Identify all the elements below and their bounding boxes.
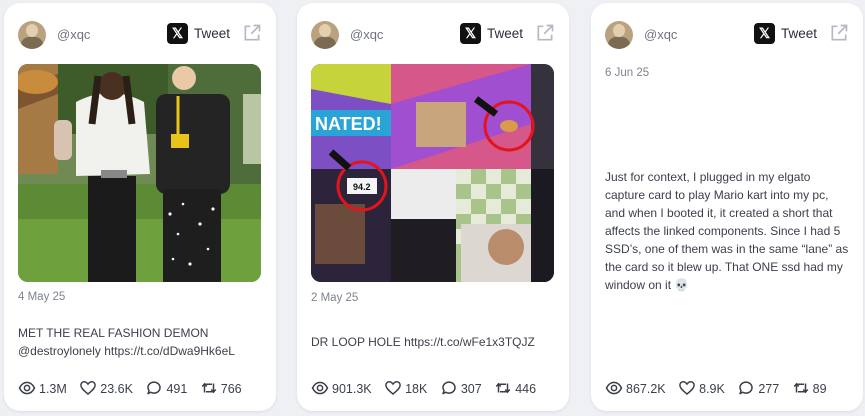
eye-icon: [311, 379, 329, 397]
tweet-stats: 901.3K 18K 307 446: [311, 379, 545, 397]
views-stat: 1.3M: [18, 379, 67, 397]
collage-image: NATED! 94.2: [311, 64, 554, 282]
tweet-image[interactable]: NATED! 94.2: [311, 64, 554, 282]
user-handle[interactable]: @xqc: [644, 27, 677, 42]
tweet-header: @xqc 𝕏 Tweet: [311, 21, 555, 49]
likes-stat[interactable]: 23.6K: [79, 379, 133, 397]
comment-icon: [440, 379, 458, 397]
views-stat: 901.3K: [311, 379, 372, 397]
likes-count: 23.6K: [100, 382, 133, 396]
heart-icon: [678, 379, 696, 397]
eye-icon: [605, 379, 623, 397]
tweet-link[interactable]: Tweet: [194, 26, 230, 41]
tweet-link[interactable]: Tweet: [487, 26, 523, 41]
tweet-card[interactable]: @xqc 𝕏 Tweet NATED! 94.2 2 May 25 DR LOO…: [297, 3, 569, 411]
likes-stat[interactable]: 18K: [384, 379, 427, 397]
retweets-count: 89: [812, 382, 827, 396]
banner-text: NATED!: [315, 114, 382, 134]
score-text: 94.2: [353, 182, 371, 192]
heart-icon: [384, 379, 402, 397]
retweet-icon: [792, 379, 810, 397]
views-count: 867.2K: [626, 382, 666, 396]
tweet-header: @xqc 𝕏 Tweet: [18, 21, 262, 49]
replies-count: 307: [460, 382, 482, 396]
views-count: 901.3K: [332, 382, 372, 396]
tweet-stats: 1.3M 23.6K 491 766: [18, 379, 251, 397]
retweets-stat[interactable]: 89: [792, 379, 827, 397]
retweets-stat[interactable]: 446: [494, 379, 536, 397]
avatar[interactable]: [605, 21, 633, 49]
external-link-icon[interactable]: [829, 23, 849, 43]
x-logo-icon[interactable]: 𝕏: [460, 23, 481, 44]
comment-icon: [737, 379, 755, 397]
tweet-date: 2 May 25: [311, 292, 359, 304]
retweets-count: 766: [220, 382, 242, 396]
likes-count: 18K: [405, 382, 428, 396]
tweet-link[interactable]: Tweet: [781, 26, 817, 41]
tweet-card[interactable]: @xqc 𝕏 Tweet 4 May 25 MET THE REAL FASHI…: [4, 3, 276, 411]
external-link-icon[interactable]: [242, 23, 262, 43]
tweet-card[interactable]: @xqc 𝕏 Tweet 6 Jun 25 Just for context, …: [591, 3, 863, 411]
retweet-icon: [200, 379, 218, 397]
x-logo-icon[interactable]: 𝕏: [167, 23, 188, 44]
avatar[interactable]: [18, 21, 46, 49]
eye-icon: [18, 379, 36, 397]
retweets-count: 446: [515, 382, 537, 396]
views-stat: 867.2K: [605, 379, 666, 397]
replies-count: 277: [758, 382, 780, 396]
likes-count: 8.9K: [699, 382, 725, 396]
replies-stat[interactable]: 277: [737, 379, 779, 397]
replies-stat[interactable]: 491: [145, 379, 187, 397]
replies-stat[interactable]: 307: [440, 379, 482, 397]
user-handle[interactable]: @xqc: [350, 27, 383, 42]
user-handle[interactable]: @xqc: [57, 27, 90, 42]
retweets-stat[interactable]: 766: [200, 379, 242, 397]
photo-two-people: [18, 64, 261, 282]
tweet-date: 6 Jun 25: [605, 67, 650, 79]
tweet-header: @xqc 𝕏 Tweet: [605, 21, 849, 49]
tweet-text: Just for context, I plugged in my elgato…: [605, 170, 849, 292]
tweet-date: 4 May 25: [18, 291, 66, 303]
avatar[interactable]: [311, 21, 339, 49]
tweet-stats: 867.2K 8.9K 277 89: [605, 379, 836, 397]
external-link-icon[interactable]: [535, 23, 555, 43]
tweet-image[interactable]: [18, 64, 261, 282]
heart-icon: [79, 379, 97, 397]
tweet-text: MET THE REAL FASHION DEMON @destroylonel…: [18, 326, 235, 358]
comment-icon: [145, 379, 163, 397]
x-logo-icon[interactable]: 𝕏: [754, 23, 775, 44]
views-count: 1.3M: [39, 382, 67, 396]
tweet-text: DR LOOP HOLE https://t.co/wFe1x3TQJZ: [311, 335, 535, 349]
replies-count: 491: [166, 382, 188, 396]
likes-stat[interactable]: 8.9K: [678, 379, 725, 397]
retweet-icon: [494, 379, 512, 397]
